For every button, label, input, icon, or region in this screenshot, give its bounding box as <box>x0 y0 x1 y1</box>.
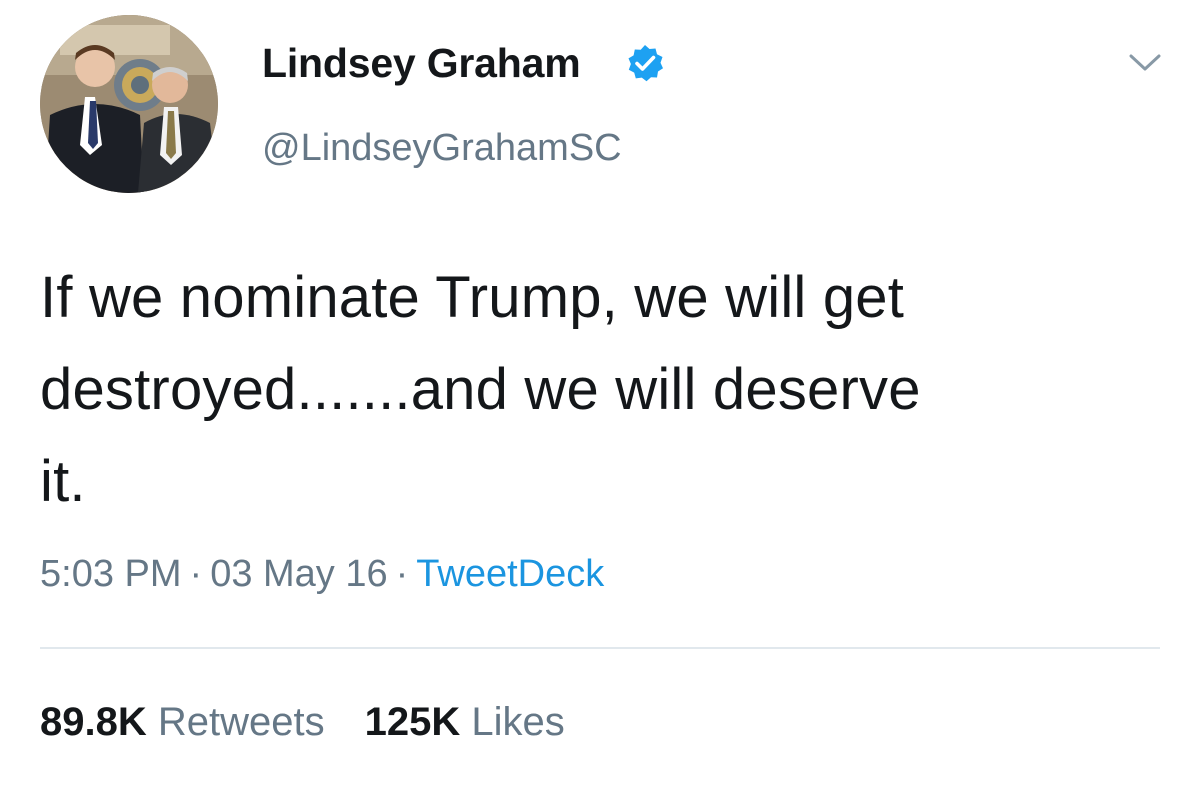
tweet-meta: 5:03 PM · 03 May 16 · TweetDeck <box>40 553 604 596</box>
tweet-stats: 89.8K Retweets 125K Likes <box>40 700 565 745</box>
meta-separator: · <box>189 553 203 595</box>
meta-separator: · <box>395 553 409 595</box>
profile-photo-icon <box>40 15 218 193</box>
chevron-down-icon[interactable] <box>1128 52 1162 74</box>
likes-stat[interactable]: 125K Likes <box>365 700 565 744</box>
retweets-label: Retweets <box>157 700 325 744</box>
tweet-text-line: If we nominate Trump, we will get <box>40 265 905 330</box>
retweets-count: 89.8K <box>40 700 147 744</box>
retweets-stat[interactable]: 89.8K Retweets <box>40 700 325 744</box>
tweet-card: Lindsey Graham @LindseyGrahamSC If we no… <box>0 0 1200 794</box>
likes-count: 125K <box>364 700 461 744</box>
author-handle[interactable]: @LindseyGrahamSC <box>262 127 622 170</box>
divider <box>40 647 1160 649</box>
likes-label: Likes <box>471 700 565 744</box>
tweet-text-line: it. <box>40 449 86 514</box>
tweet-date[interactable]: 03 May 16 <box>210 553 387 595</box>
tweet-text: If we nominate Trump, we will get destro… <box>40 252 1160 528</box>
verified-badge-icon <box>628 45 663 82</box>
author-avatar[interactable] <box>40 15 218 193</box>
author-display-name[interactable]: Lindsey Graham <box>262 40 581 87</box>
tweet-time[interactable]: 5:03 PM <box>40 553 182 595</box>
tweet-text-line: destroyed.......and we will deserve <box>40 357 921 422</box>
tweet-source-link[interactable]: TweetDeck <box>416 553 604 595</box>
